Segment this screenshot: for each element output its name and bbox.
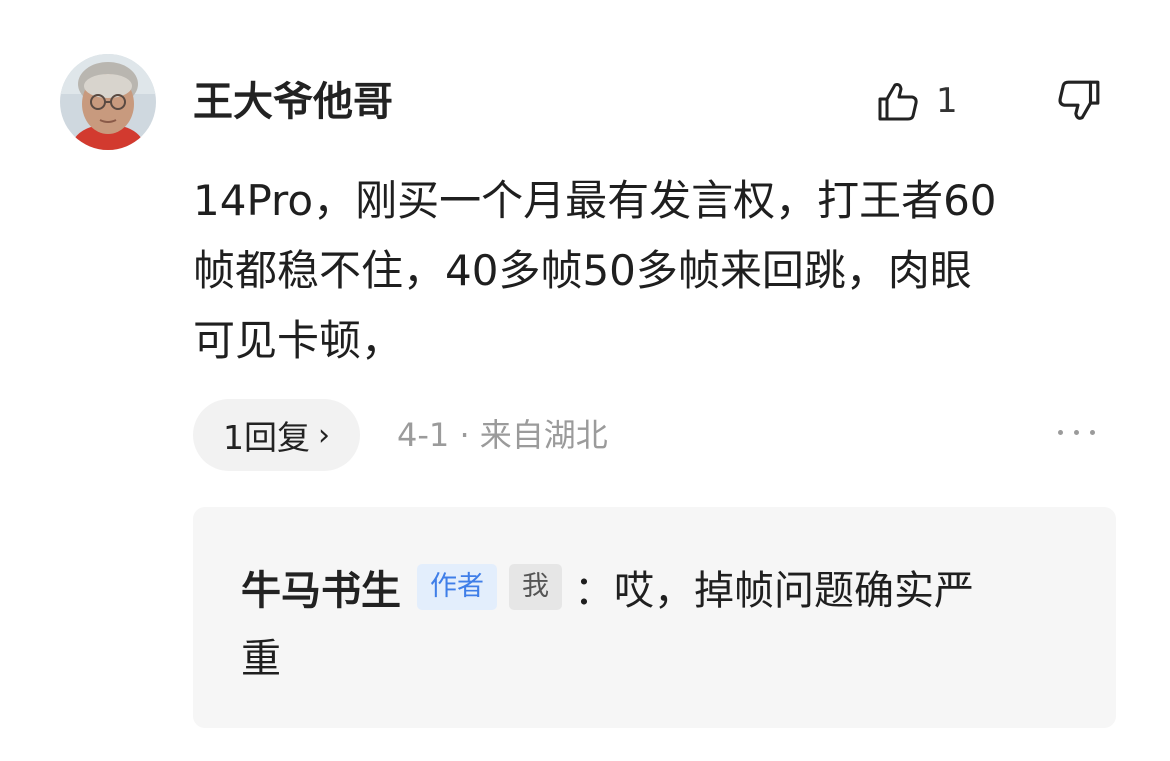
view-replies-button[interactable]: 1回复 ›	[193, 399, 360, 471]
more-dots-icon[interactable]	[1058, 430, 1095, 435]
reply-text: ：哎，掉帧问题确实严	[574, 568, 974, 614]
meta-separator: ·	[459, 416, 470, 454]
dislike-button[interactable]	[1056, 78, 1102, 128]
view-replies-label: 1回复	[223, 418, 310, 457]
comment-text-line: 可见卡顿，	[193, 316, 404, 365]
comment-text-line: 帧都稳不住，40多帧50多帧来回跳，肉眼	[193, 246, 972, 295]
thumbs-down-icon	[1058, 80, 1100, 120]
reply-text-continued: 重	[241, 636, 281, 682]
comment-location: 来自湖北	[479, 416, 608, 454]
comment-author-name[interactable]: 王大爷他哥	[193, 76, 393, 128]
comment-date: 4-1	[397, 416, 450, 454]
avatar[interactable]	[60, 54, 156, 150]
more-dot	[1074, 430, 1079, 435]
comment-meta: 4-1 · 来自湖北	[397, 410, 608, 460]
more-dot	[1090, 430, 1095, 435]
author-badge: 作者	[417, 564, 497, 610]
me-badge: 我	[509, 564, 562, 610]
comment-text-line: 14Pro，刚买一个月最有发言权，打王者60	[193, 176, 997, 225]
reply-preview-box[interactable]: 牛马书生 作者 我 ：哎，掉帧问题确实严 重	[193, 507, 1116, 728]
comment-text: 14Pro，刚买一个月最有发言权，打王者60 帧都稳不住，40多帧50多帧来回跳…	[193, 166, 1123, 376]
like-count: 1	[936, 81, 958, 121]
thumbs-up-icon	[878, 83, 918, 121]
avatar-image	[60, 54, 156, 150]
like-button[interactable]: 1	[876, 76, 958, 126]
chevron-right-icon: ›	[318, 417, 330, 453]
reply-first-line: 牛马书生 作者 我 ：哎，掉帧问题确实严	[241, 559, 974, 615]
reply-author-name[interactable]: 牛马书生	[241, 558, 401, 616]
more-dot	[1058, 430, 1063, 435]
